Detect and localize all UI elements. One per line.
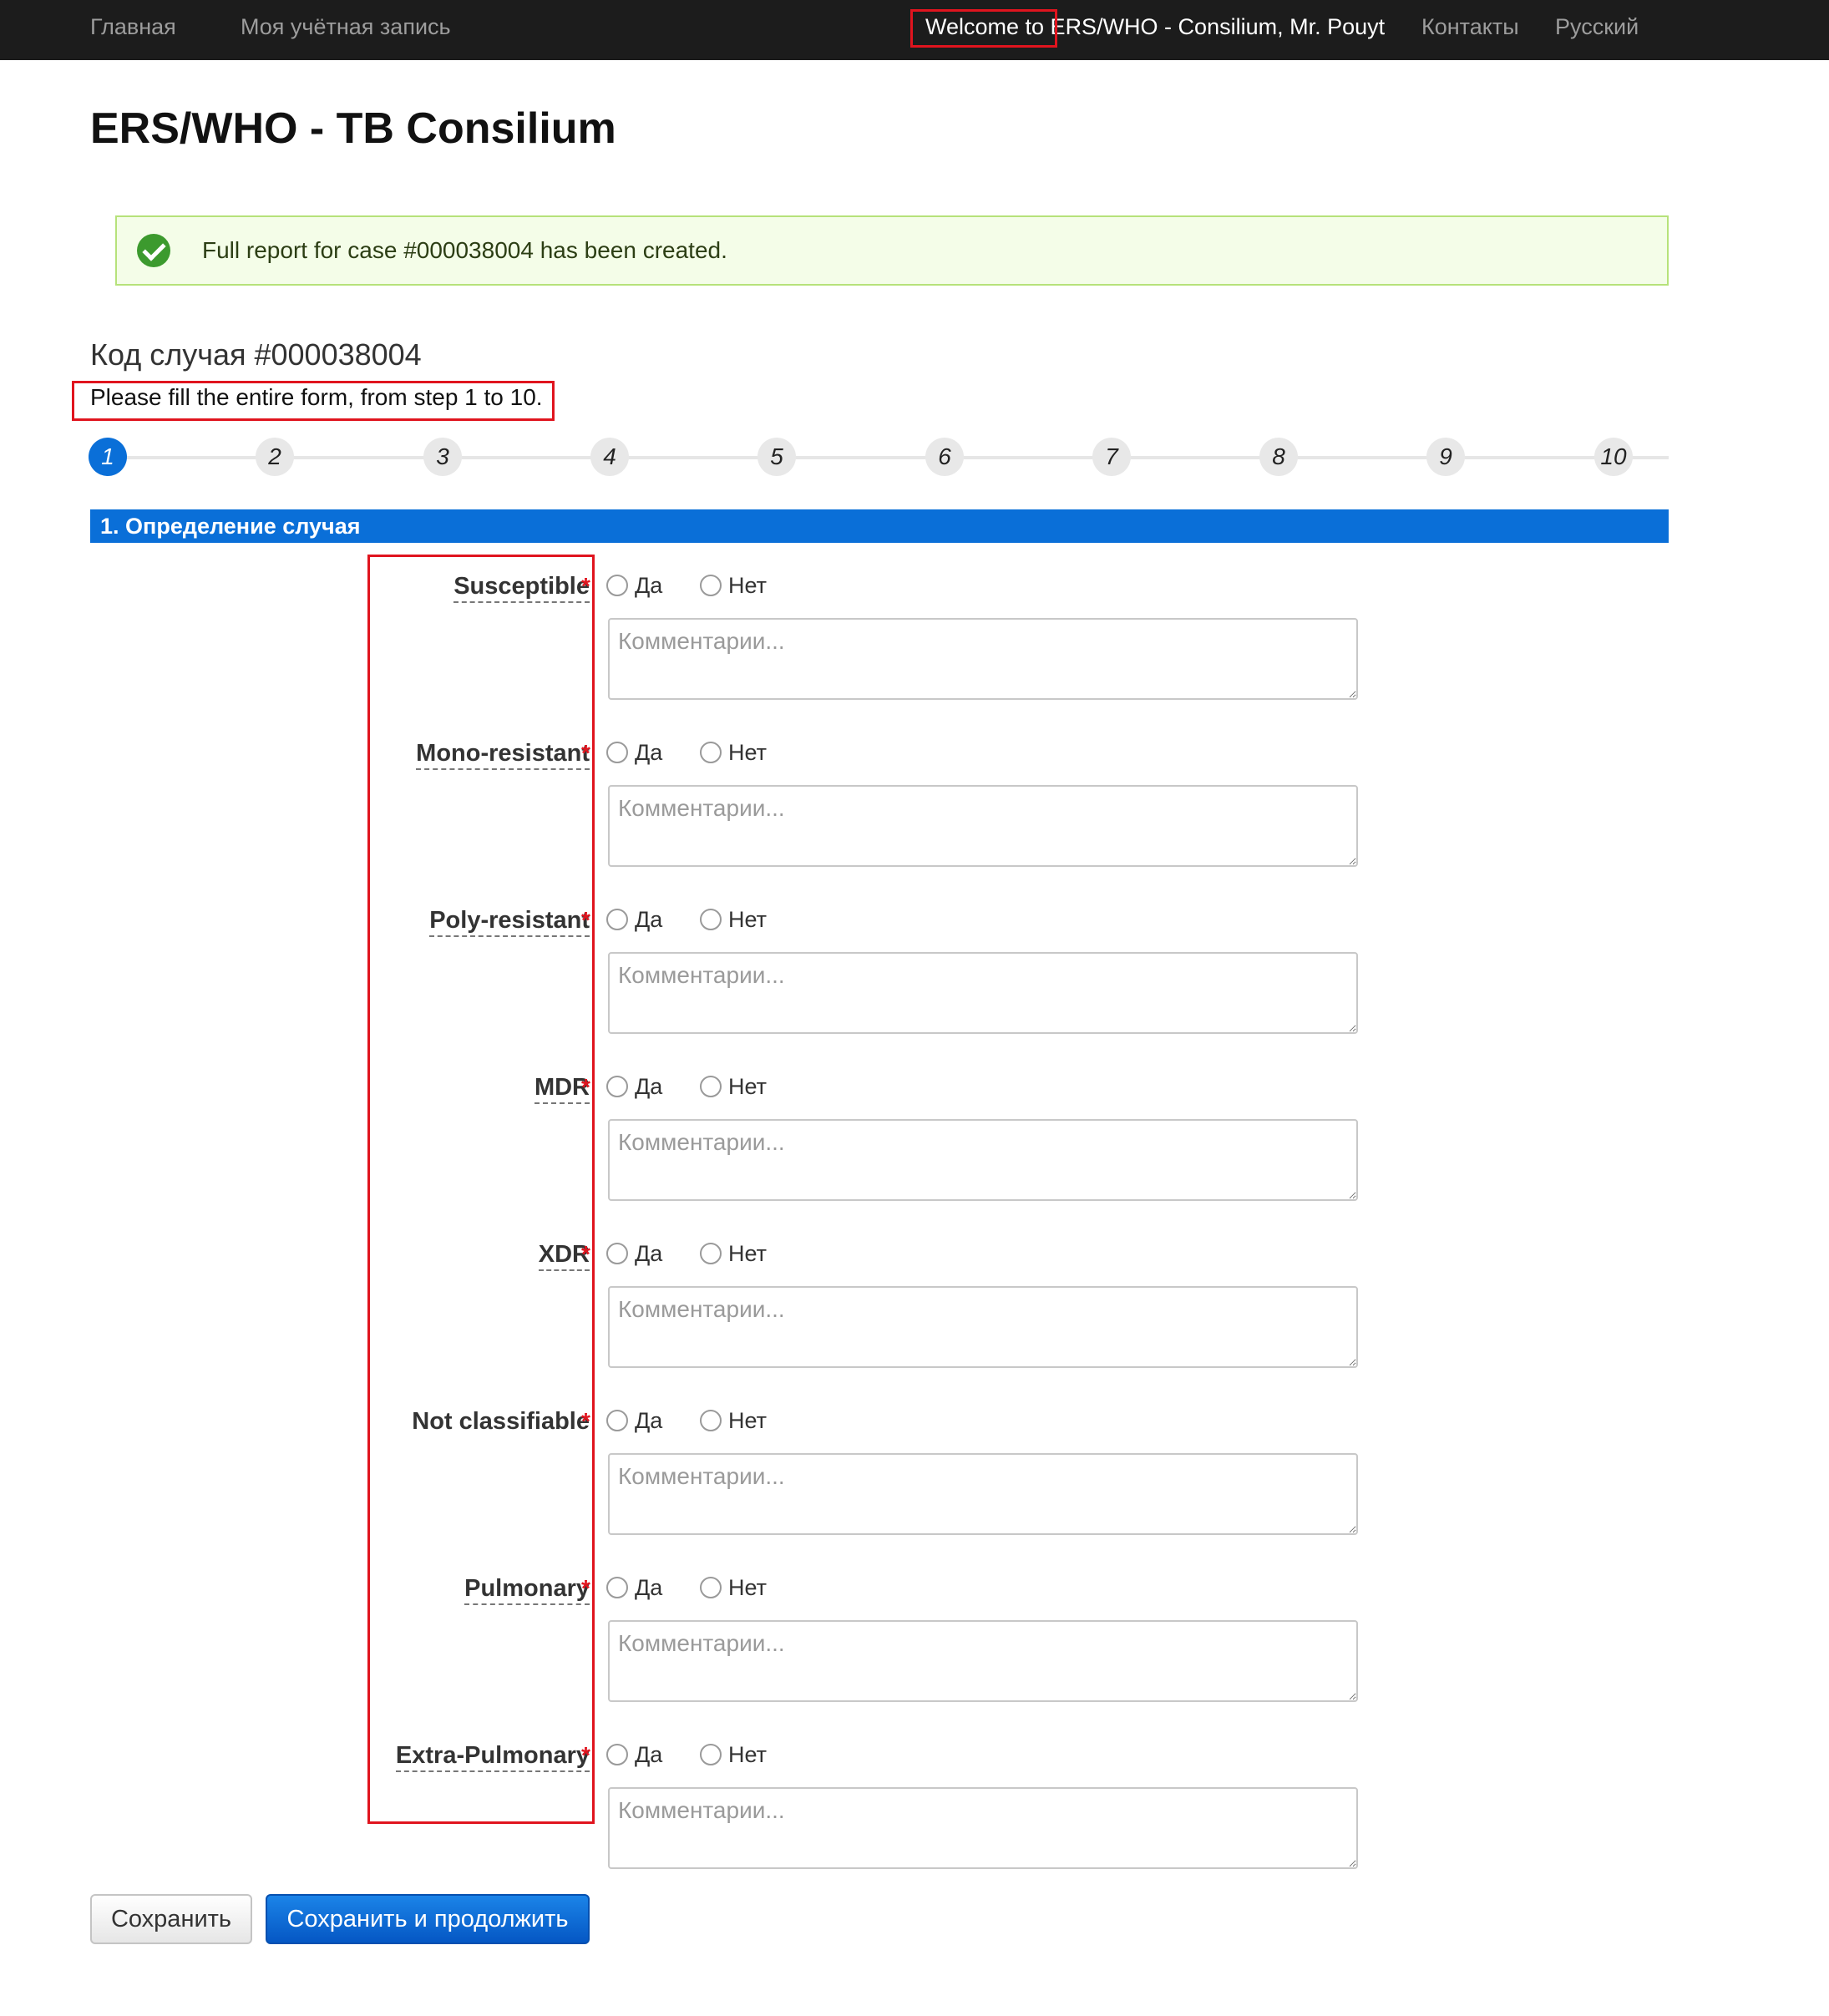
- section-header: 1. Определение случая: [90, 509, 1669, 543]
- step-5[interactable]: 5: [757, 438, 796, 476]
- radio-yes-mdr[interactable]: [606, 1076, 628, 1097]
- form-row: XDR * Да Нет: [0, 1239, 1829, 1406]
- radio-no-label[interactable]: Нет: [728, 1406, 767, 1435]
- check-circle-icon: [137, 234, 170, 267]
- radio-no-poly-resistant[interactable]: [700, 909, 722, 930]
- step-10[interactable]: 10: [1594, 438, 1633, 476]
- radio-yes-extra-pulmonary[interactable]: [606, 1744, 628, 1765]
- comment-textarea-mdr[interactable]: [608, 1119, 1358, 1201]
- comment-textarea-not-classifiable[interactable]: [608, 1453, 1358, 1535]
- nav-home-link[interactable]: Главная: [90, 0, 176, 53]
- nav-account-link[interactable]: Моя учётная запись: [241, 0, 451, 53]
- comment-textarea-pulmonary[interactable]: [608, 1620, 1358, 1702]
- form-row: Not classifiable * Да Нет: [0, 1406, 1829, 1573]
- radio-no-label[interactable]: Нет: [728, 738, 767, 767]
- step-7[interactable]: 7: [1092, 438, 1131, 476]
- step-4[interactable]: 4: [590, 438, 629, 476]
- save-button[interactable]: Сохранить: [90, 1894, 252, 1944]
- required-marker: *: [581, 1742, 590, 1768]
- radio-no-label[interactable]: Нет: [728, 1573, 767, 1602]
- required-marker: *: [581, 1408, 590, 1434]
- radio-no-mono-resistant[interactable]: [700, 742, 722, 763]
- radio-no-label[interactable]: Нет: [728, 1239, 767, 1268]
- radio-no-susceptible[interactable]: [700, 575, 722, 596]
- save-and-continue-button[interactable]: Сохранить и продолжить: [266, 1894, 590, 1944]
- required-marker: *: [581, 740, 590, 766]
- radio-yes-label[interactable]: Да: [635, 571, 662, 600]
- radio-yes-label[interactable]: Да: [635, 1072, 662, 1101]
- alert-message: Full report for case #000038004 has been…: [202, 237, 727, 263]
- required-marker: *: [581, 1074, 590, 1100]
- field-label-mono-resistant: Mono-resistant: [416, 738, 590, 770]
- comment-textarea-extra-pulmonary[interactable]: [608, 1787, 1358, 1869]
- field-label-extra-pulmonary: Extra-Pulmonary: [395, 1740, 590, 1772]
- radio-no-mdr[interactable]: [700, 1076, 722, 1097]
- field-label-pulmonary: Pulmonary: [464, 1573, 590, 1605]
- fill-note-highlight-box: [72, 381, 555, 421]
- radio-yes-not-classifiable[interactable]: [606, 1410, 628, 1431]
- nav-language-link[interactable]: Русский: [1555, 0, 1639, 53]
- radio-yes-label[interactable]: Да: [635, 905, 662, 934]
- radio-no-pulmonary[interactable]: [700, 1577, 722, 1598]
- radio-yes-mono-resistant[interactable]: [606, 742, 628, 763]
- radio-no-label[interactable]: Нет: [728, 571, 767, 600]
- nav-contacts-link[interactable]: Контакты: [1421, 0, 1519, 53]
- step-2[interactable]: 2: [256, 438, 294, 476]
- radio-yes-susceptible[interactable]: [606, 575, 628, 596]
- step-3[interactable]: 3: [423, 438, 462, 476]
- form-row: Poly-resistant * Да Нет: [0, 905, 1829, 1072]
- comment-textarea-mono-resistant[interactable]: [608, 785, 1358, 867]
- field-label-susceptible: Susceptible: [453, 571, 590, 603]
- radio-no-xdr[interactable]: [700, 1243, 722, 1264]
- form-row: Pulmonary * Да Нет: [0, 1573, 1829, 1740]
- welcome-highlight-box: [910, 9, 1057, 48]
- radio-yes-label[interactable]: Да: [635, 1406, 662, 1435]
- radio-yes-label[interactable]: Да: [635, 1573, 662, 1602]
- radio-yes-label[interactable]: Да: [635, 1239, 662, 1268]
- form-row: Susceptible * Да Нет: [0, 571, 1829, 738]
- form-row: Mono-resistant * Да Нет: [0, 738, 1829, 905]
- field-label-poly-resistant: Poly-resistant: [429, 905, 590, 937]
- radio-no-extra-pulmonary[interactable]: [700, 1744, 722, 1765]
- radio-no-not-classifiable[interactable]: [700, 1410, 722, 1431]
- step-1[interactable]: 1: [89, 438, 127, 476]
- form-row: Extra-Pulmonary * Да Нет: [0, 1740, 1829, 1907]
- page-title: ERS/WHO - TB Consilium: [90, 104, 616, 153]
- comment-textarea-poly-resistant[interactable]: [608, 952, 1358, 1034]
- step-6[interactable]: 6: [925, 438, 964, 476]
- radio-yes-label[interactable]: Да: [635, 738, 662, 767]
- field-label-not-classifiable: Not classifiable: [412, 1408, 590, 1435]
- comment-textarea-xdr[interactable]: [608, 1286, 1358, 1368]
- required-marker: *: [581, 907, 590, 933]
- step-9[interactable]: 9: [1426, 438, 1465, 476]
- success-alert: Full report for case #000038004 has been…: [115, 215, 1669, 286]
- radio-no-label[interactable]: Нет: [728, 905, 767, 934]
- radio-yes-label[interactable]: Да: [635, 1740, 662, 1769]
- radio-no-label[interactable]: Нет: [728, 1072, 767, 1101]
- radio-yes-xdr[interactable]: [606, 1243, 628, 1264]
- radio-yes-poly-resistant[interactable]: [606, 909, 628, 930]
- radio-no-label[interactable]: Нет: [728, 1740, 767, 1769]
- form-row: MDR * Да Нет: [0, 1072, 1829, 1239]
- required-marker: *: [581, 1241, 590, 1267]
- step-8[interactable]: 8: [1259, 438, 1298, 476]
- radio-yes-pulmonary[interactable]: [606, 1577, 628, 1598]
- required-marker: *: [581, 1575, 590, 1601]
- case-code-heading: Код случая #000038004: [90, 337, 422, 372]
- required-marker: *: [581, 573, 590, 599]
- comment-textarea-susceptible[interactable]: [608, 618, 1358, 700]
